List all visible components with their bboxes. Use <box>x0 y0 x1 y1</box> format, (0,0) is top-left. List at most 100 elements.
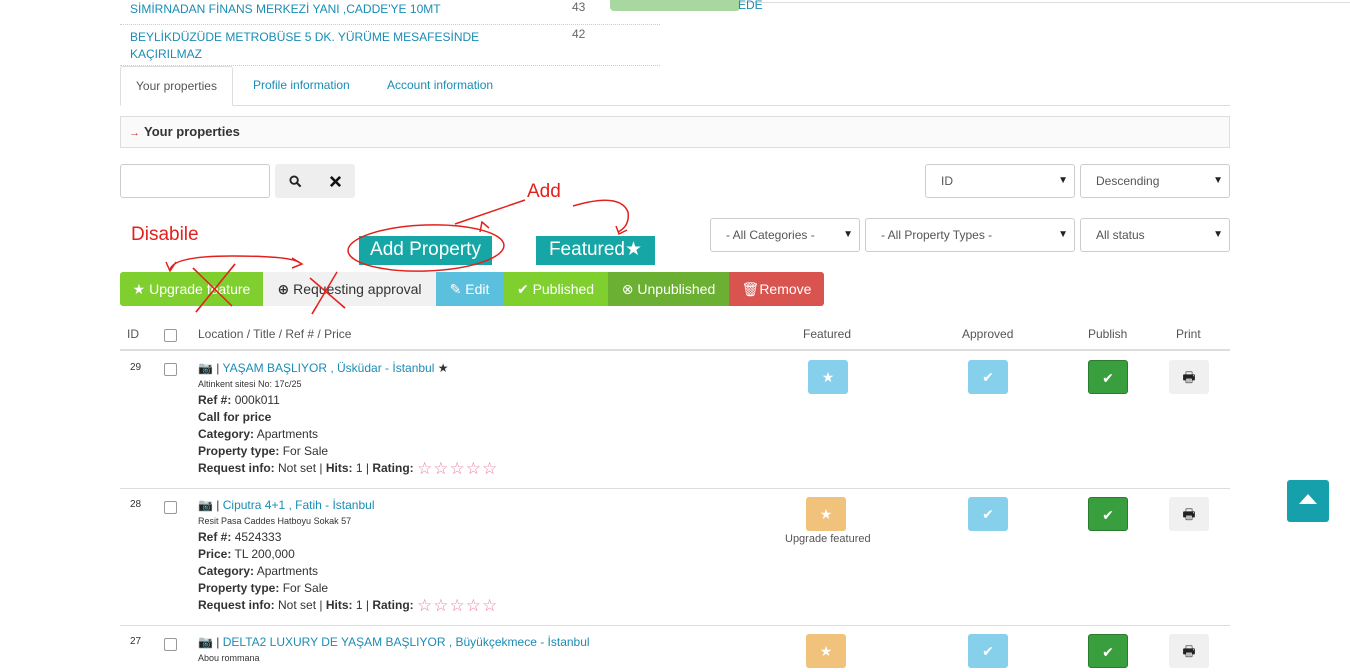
camera-icon: 📷 <box>198 635 213 649</box>
search-input[interactable] <box>120 164 270 198</box>
property-title-link[interactable]: Ciputra 4+1 , Fatih - İstanbul <box>223 498 375 512</box>
table-row: 29 📷 | YAŞAM BAŞLIYOR , Üsküdar - İstanb… <box>120 352 1230 489</box>
hits-value: 1 <box>355 598 363 612</box>
unpublish-label: Unpublished <box>637 281 716 297</box>
recent-list: SİMİRNADAN FİNANS MERKEZİ YANI ,CADDE'YE… <box>120 0 660 66</box>
search-button-group <box>275 164 355 198</box>
trash-icon: 🗑 <box>741 281 760 297</box>
star-icon: ★ <box>625 239 643 260</box>
property-title-link[interactable]: YAŞAM BAŞLIYOR , Üsküdar - İstanbul <box>223 361 435 375</box>
scroll-to-top-button[interactable] <box>1287 480 1329 522</box>
print-icon: 🖶 <box>1182 506 1196 522</box>
lifebuoy-icon: ⊕ <box>277 281 290 297</box>
list-item-title[interactable]: SİMİRNADAN FİNANS MERKEZİ YANI ,CADDE'YE… <box>130 1 490 18</box>
ref-label: Ref #: <box>198 530 232 544</box>
close-icon <box>329 175 341 187</box>
check-icon: ✔ <box>516 281 529 297</box>
ref-value: 4524333 <box>234 530 282 544</box>
property-type-label: Property type: <box>198 581 280 595</box>
remove-button[interactable]: 🗑Remove <box>729 272 824 306</box>
star-icon: ★ <box>437 361 449 375</box>
row-id: 27 <box>130 636 142 647</box>
panel-header: → Your properties <box>120 116 1230 148</box>
check-icon: ✔ <box>1102 507 1114 523</box>
sort-field-select[interactable]: ID ▼ <box>925 164 1075 198</box>
approved-button[interactable]: ✔ <box>968 497 1008 531</box>
annotation-featured: Featured★ <box>536 236 655 265</box>
select-all-checkbox[interactable] <box>164 329 177 342</box>
link-text[interactable]: EDE <box>738 0 763 12</box>
publish-button[interactable]: ✔ Published <box>503 272 608 306</box>
unpublish-button[interactable]: ⊗ Unpublished <box>608 272 729 306</box>
progress-bar <box>610 0 740 11</box>
publish-toggle-button[interactable]: ✔ <box>1088 360 1128 394</box>
list-item-title[interactable]: BEYLİKDÜZÜDE METROBÜSE 5 DK. YÜRÜME MESA… <box>130 29 490 63</box>
row-checkbox[interactable] <box>164 363 177 376</box>
rating-stars[interactable]: ☆☆☆☆☆ <box>417 596 498 615</box>
category-value: Apartments <box>256 427 319 441</box>
table-row: 28 📷 | Ciputra 4+1 , Fatih - İstanbul Re… <box>120 489 1230 626</box>
property-info: 📷 | Ciputra 4+1 , Fatih - İstanbul Resit… <box>198 498 499 615</box>
ref-value: 000k011 <box>234 393 280 407</box>
featured-button[interactable]: ★ <box>808 360 848 394</box>
caret-down-icon: ▼ <box>1213 175 1223 186</box>
publish-toggle-button[interactable]: ✔ <box>1088 497 1128 531</box>
upgrade-feature-button[interactable]: ★ Upgrade feature <box>120 272 263 306</box>
approved-button[interactable]: ✔ <box>968 360 1008 394</box>
divider <box>690 2 1350 3</box>
row-id: 29 <box>130 362 142 373</box>
status-filter-value: All status <box>1096 228 1145 242</box>
list-item[interactable]: SİMİRNADAN FİNANS MERKEZİ YANI ,CADDE'YE… <box>120 0 660 25</box>
tab-account-information[interactable]: Account information <box>372 66 508 106</box>
edit-button[interactable]: ✎ Edit <box>436 272 503 306</box>
print-button[interactable]: 🖶 <box>1169 634 1209 668</box>
annotation-disable: Disabile <box>131 224 199 245</box>
publish-toggle-button[interactable]: ✔ <box>1088 634 1128 668</box>
property-title-link[interactable]: DELTA2 LUXURY DE YAŞAM BAŞLIYOR , Büyükç… <box>223 635 590 649</box>
requesting-approval-label: Requesting approval <box>293 281 422 297</box>
rating-label: Rating: <box>372 598 414 612</box>
upgrade-feature-label: Upgrade feature <box>149 281 251 297</box>
search-button[interactable] <box>275 164 315 198</box>
row-checkbox[interactable] <box>164 501 177 514</box>
hits-label: Hits: <box>325 461 353 475</box>
category-value: Apartments <box>256 564 319 578</box>
requesting-approval-button[interactable]: ⊕ Requesting approval <box>263 272 436 306</box>
approved-button[interactable]: ✔ <box>968 634 1008 668</box>
tab-profile-information[interactable]: Profile information <box>238 66 365 106</box>
check-icon: ✔ <box>1102 644 1114 660</box>
property-type-filter-select[interactable]: - All Property Types - ▼ <box>865 218 1075 252</box>
hits-label: Hits: <box>325 598 353 612</box>
check-icon: ✔ <box>982 643 994 659</box>
annotation-add: Add <box>527 181 561 202</box>
sort-order-select[interactable]: Descending ▼ <box>1080 164 1230 198</box>
list-item[interactable]: BEYLİKDÜZÜDE METROBÜSE 5 DK. YÜRÜME MESA… <box>120 25 660 66</box>
camera-icon: 📷 <box>198 498 213 512</box>
upgrade-featured-button[interactable]: ★ <box>806 634 846 668</box>
check-icon: ✔ <box>982 369 994 385</box>
arrow-right-icon: → <box>129 127 140 139</box>
check-icon: ✔ <box>982 506 994 522</box>
upgrade-featured-button[interactable]: ★ <box>806 497 846 531</box>
remove-label: Remove <box>759 281 812 297</box>
edit-icon: ✎ <box>449 281 462 297</box>
sort-field-value: ID <box>941 174 953 188</box>
search-icon <box>288 174 301 187</box>
print-button[interactable]: 🖶 <box>1169 497 1209 531</box>
status-filter-select[interactable]: All status ▼ <box>1080 218 1230 252</box>
print-button[interactable]: 🖶 <box>1169 360 1209 394</box>
print-icon: 🖶 <box>1182 369 1196 385</box>
upgrade-featured-caption: Upgrade featured <box>785 533 871 545</box>
star-icon: ★ <box>819 643 833 659</box>
row-checkbox[interactable] <box>164 638 177 651</box>
property-info: 📷 | DELTA2 LUXURY DE YAŞAM BAŞLIYOR , Bü… <box>198 634 590 666</box>
tab-your-properties[interactable]: Your properties <box>120 66 233 106</box>
row-id: 28 <box>130 499 142 510</box>
panel-title: Your properties <box>144 124 240 139</box>
category-filter-select[interactable]: - All Categories - ▼ <box>710 218 860 252</box>
property-address: Altinkent sitesi No: 17c/25 <box>198 379 302 389</box>
clear-button[interactable] <box>315 164 355 198</box>
rating-label: Rating: <box>372 461 414 475</box>
rating-stars[interactable]: ☆☆☆☆☆ <box>417 459 498 478</box>
request-info-value: Not set <box>278 598 317 612</box>
